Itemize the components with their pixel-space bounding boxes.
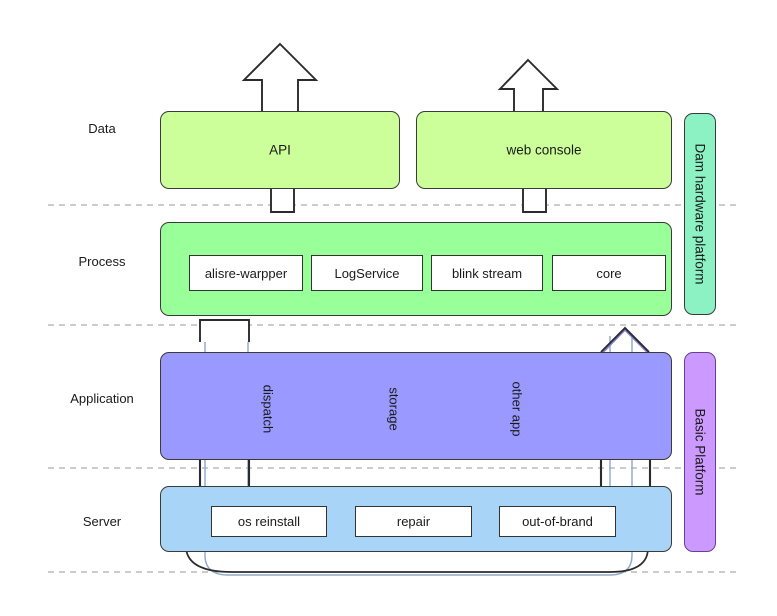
row-label-application: Application — [70, 391, 134, 406]
diagram-canvas: Data Process Application Server API web … — [0, 0, 777, 616]
process-to-application-connector — [199, 319, 250, 342]
side-panel-basic-platform-label: Basic Platform — [692, 408, 708, 496]
side-panel-dam-hardware-platform[interactable]: Dam hardware platform — [684, 113, 716, 315]
data-box-api-label: API — [269, 142, 291, 158]
cylinder-dispatch-label: dispatch — [260, 384, 276, 434]
process-box-alisre-warpper[interactable]: alisre-warpper — [189, 255, 303, 291]
cylinder-other-app[interactable]: other app — [489, 366, 545, 452]
data-box-web-console[interactable]: web console — [416, 111, 672, 189]
application-up-arrow-head-dark — [600, 326, 650, 353]
side-panel-basic-platform[interactable]: Basic Platform — [684, 352, 716, 552]
server-box-os-reinstall[interactable]: os reinstall — [211, 506, 327, 537]
server-box-out-of-brand[interactable]: out-of-brand — [499, 506, 616, 537]
process-box-blink-stream[interactable]: blink stream — [431, 255, 543, 291]
data-box-web-console-label: web console — [506, 142, 582, 158]
process-box-logservice[interactable]: LogService — [311, 255, 423, 291]
row-label-server: Server — [82, 514, 122, 529]
data-box-api[interactable]: API — [160, 111, 400, 189]
side-panel-dam-hardware-platform-label: Dam hardware platform — [692, 143, 708, 285]
api-up-arrow — [241, 42, 319, 113]
web-console-up-arrow — [497, 58, 560, 113]
cylinder-storage[interactable]: storage — [366, 366, 422, 452]
cylinder-storage-label: storage — [386, 387, 402, 431]
api-to-process-connector — [270, 189, 295, 213]
web-console-to-process-connector — [522, 189, 547, 213]
row-label-data: Data — [88, 121, 116, 136]
server-box-repair[interactable]: repair — [355, 506, 472, 537]
cylinder-other-app-label: other app — [509, 381, 525, 437]
process-box-core[interactable]: core — [552, 255, 666, 291]
row-label-process: Process — [78, 254, 126, 269]
cylinder-dispatch[interactable]: dispatch — [240, 366, 296, 452]
